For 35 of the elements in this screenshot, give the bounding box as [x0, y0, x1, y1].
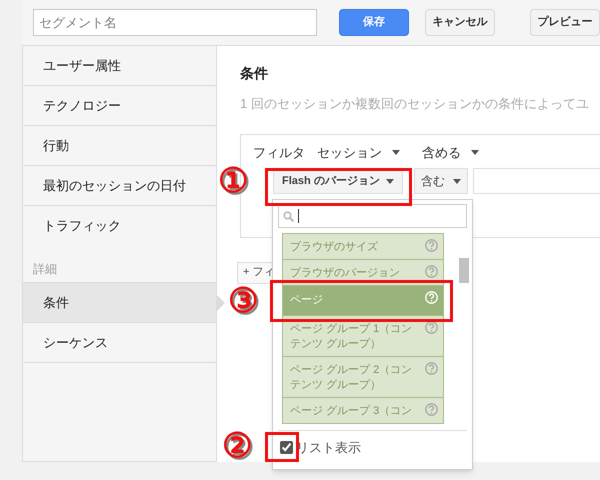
checkbox-label: リスト表示 [296, 439, 361, 457]
caret-icon [386, 178, 394, 184]
toolbar-button[interactable]: キャンセル [425, 9, 495, 36]
help-icon[interactable] [425, 362, 438, 375]
sidebar-item[interactable]: ユーザー属性 [23, 46, 216, 86]
search-icon [283, 210, 294, 222]
highlight-frame [265, 432, 299, 462]
help-icon[interactable] [425, 321, 438, 334]
filter-label: フィルタ [253, 144, 305, 162]
step-number: ② [222, 429, 252, 463]
search-field[interactable] [278, 204, 467, 228]
step-number: ① [218, 164, 248, 198]
help-icon[interactable] [425, 265, 438, 278]
description-text: 1 回のセッションか複数回のセッションかの条件によってユ [240, 95, 590, 113]
mode-dropdown[interactable]: 含める [422, 142, 479, 162]
sidebar-item[interactable]: シーケンス [23, 323, 216, 363]
sidebar-item[interactable]: 最初のセッションの日付 [23, 166, 216, 206]
operator-dropdown[interactable]: 含む [414, 168, 468, 194]
text-cursor [298, 209, 299, 223]
caret-icon [392, 150, 400, 155]
list-view-checkbox[interactable] [280, 441, 293, 454]
toolbar-button[interactable]: プレビュー [530, 9, 600, 36]
scope-dropdown[interactable]: セッション [317, 142, 400, 162]
section-title: 条件 [240, 64, 269, 83]
step-number: ③ [228, 284, 258, 318]
help-icon[interactable] [425, 239, 438, 252]
value-field[interactable] [473, 168, 600, 194]
sidebar-item[interactable]: 行動 [23, 126, 216, 166]
help-icon[interactable] [425, 403, 438, 416]
scrollbar-thumb[interactable] [459, 258, 469, 283]
caret-icon [471, 150, 479, 155]
sidebar-item[interactable]: テクノロジー [23, 86, 216, 126]
segment-name-field[interactable]: セグメント名 [33, 9, 317, 36]
caret-icon [453, 178, 461, 184]
sidebar-item[interactable]: トラフィック [23, 206, 216, 246]
